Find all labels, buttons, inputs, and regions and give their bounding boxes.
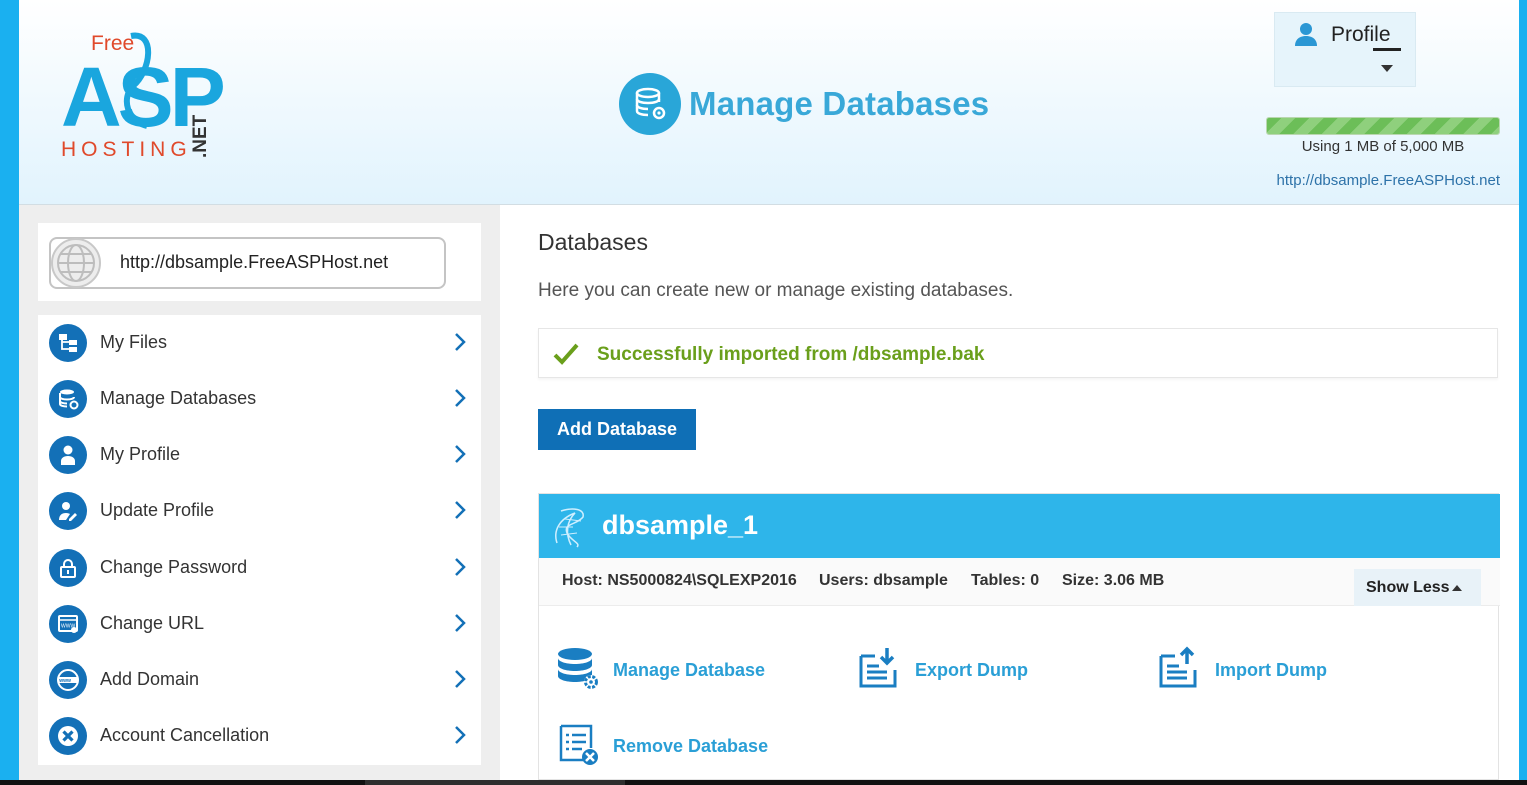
profile-label: Profile: [1331, 23, 1391, 46]
sidebar-item-change-url[interactable]: WWW Change URL: [38, 596, 481, 652]
sidebar-item-manage-databases[interactable]: Manage Databases: [38, 371, 481, 427]
success-message: Successfully imported from /dbsample.bak: [597, 344, 985, 365]
sidebar-item-label: My Profile: [100, 444, 181, 464]
export-icon: [857, 646, 903, 697]
database-settings-icon: [619, 73, 681, 135]
disk-usage-text: Using 1 MB of 5,000 MB: [1301, 138, 1465, 155]
show-less-button[interactable]: Show Less: [1354, 569, 1481, 606]
app-frame: Free ASP HOSTING .NET Manage Databases P…: [19, 0, 1519, 780]
sql-server-icon: [551, 503, 589, 554]
checkmark-icon: [553, 343, 579, 370]
database-name: dbsample_1: [602, 510, 759, 540]
svg-text:www: www: [58, 678, 71, 684]
database-card: dbsample_1 Host: NS5000824\SQLEXP2016 Us…: [538, 493, 1500, 780]
sidebar-menu: My Files Manage Databases My Profile Upd…: [38, 315, 481, 765]
sidebar-item-label: Change Password: [100, 557, 248, 577]
disk-usage-bar: [1266, 117, 1500, 135]
caret-down-icon: [1381, 65, 1393, 72]
svg-text:.NET: .NET: [190, 114, 211, 158]
site-url-link[interactable]: http://dbsample.FreeASPHost.net: [1219, 172, 1500, 189]
lock-icon: [49, 549, 87, 587]
www-globe-icon: www: [49, 661, 87, 699]
export-dump-action[interactable]: Export Dump: [857, 646, 1057, 694]
sidebar-item-change-password[interactable]: Change Password: [38, 540, 481, 596]
www-window-icon: WWW: [49, 605, 87, 643]
sidebar-item-label: Manage Databases: [100, 388, 257, 408]
chevron-right-icon: [454, 613, 466, 638]
header: Free ASP HOSTING .NET Manage Databases P…: [19, 0, 1519, 205]
import-dump-label: Import Dump: [1215, 660, 1327, 680]
database-tables: Tables: 0: [971, 572, 1040, 589]
sidebar-item-add-domain[interactable]: www Add Domain: [38, 652, 481, 708]
page-title: Manage Databases: [689, 85, 990, 122]
profile-menu-button[interactable]: Profile: [1274, 12, 1416, 87]
files-icon: [49, 324, 87, 362]
chevron-right-icon: [454, 444, 466, 469]
sidebar-item-label: Account Cancellation: [100, 725, 270, 745]
sidebar-item-label: Change URL: [100, 613, 205, 633]
taskbar-strip: [0, 780, 1527, 785]
show-less-label: Show Less: [1366, 579, 1450, 596]
remove-database-action[interactable]: Remove Database: [555, 722, 815, 770]
chevron-right-icon: [454, 332, 466, 357]
chevron-right-icon: [454, 725, 466, 750]
chevron-right-icon: [454, 557, 466, 582]
user-icon: [49, 436, 87, 474]
site-url-field[interactable]: http://dbsample.FreeASPHost.net: [49, 237, 446, 289]
caret-up-icon: [1451, 585, 1462, 591]
manage-database-action[interactable]: Manage Database: [555, 646, 795, 694]
database-size: Size: 3.06 MB: [1062, 572, 1165, 589]
sidebar-item-label: Update Profile: [100, 500, 215, 520]
database-host: Host: NS5000824\SQLEXP2016: [562, 572, 797, 589]
site-url-text: http://dbsample.FreeASPHost.net: [120, 252, 389, 272]
remove-database-label: Remove Database: [613, 736, 769, 756]
chevron-right-icon: [454, 388, 466, 413]
sidebar-item-account-cancellation[interactable]: Account Cancellation: [38, 708, 481, 764]
database-icon: [49, 380, 87, 418]
site-url-panel: http://dbsample.FreeASPHost.net: [38, 223, 481, 301]
user-icon: [1293, 21, 1319, 52]
database-meta: Host: NS5000824\SQLEXP2016 Users: dbsamp…: [539, 558, 1500, 606]
close-circle-icon: [49, 717, 87, 755]
section-description: Here you can create new or manage existi…: [538, 280, 1014, 301]
sidebar-item-label: My Files: [100, 332, 167, 352]
manage-database-label: Manage Database: [613, 660, 766, 680]
chevron-right-icon: [454, 669, 466, 694]
taskbar-segment: [365, 780, 625, 785]
page-header: Manage Databases: [619, 72, 989, 136]
user-edit-icon: [49, 492, 87, 530]
add-database-button[interactable]: Add Database: [538, 409, 696, 450]
import-icon: [1157, 646, 1203, 697]
import-dump-action[interactable]: Import Dump: [1157, 646, 1357, 694]
database-gear-icon: [555, 646, 601, 697]
sidebar-item-my-profile[interactable]: My Profile: [38, 427, 481, 483]
sidebar-item-my-files[interactable]: My Files: [38, 315, 481, 371]
chevron-right-icon: [454, 500, 466, 525]
sidebar-item-label: Add Domain: [100, 669, 200, 689]
main-content: Databases Here you can create new or man…: [500, 205, 1519, 780]
disk-usage-fill: [1267, 118, 1499, 134]
logo[interactable]: Free ASP HOSTING .NET: [61, 26, 236, 166]
database-card-header[interactable]: dbsample_1: [539, 494, 1500, 558]
profile-underline: [1373, 48, 1401, 51]
remove-list-icon: [555, 722, 601, 773]
export-dump-label: Export Dump: [915, 660, 1029, 680]
section-title: Databases: [538, 229, 648, 255]
success-alert: Successfully imported from /dbsample.bak: [538, 328, 1498, 378]
svg-text:HOSTING: HOSTING: [61, 138, 192, 161]
sidebar-item-update-profile[interactable]: Update Profile: [38, 483, 481, 539]
globe-icon: [51, 238, 101, 288]
database-users: Users: dbsample: [819, 572, 948, 589]
